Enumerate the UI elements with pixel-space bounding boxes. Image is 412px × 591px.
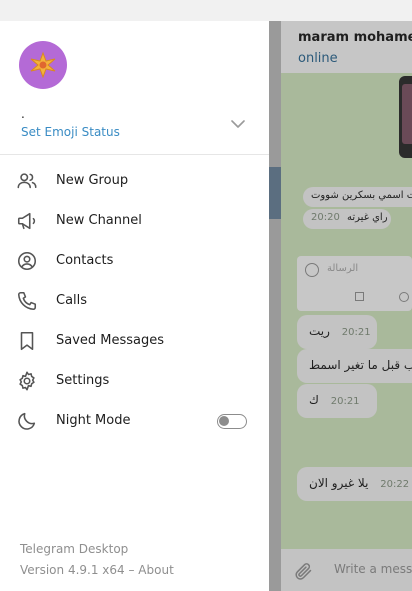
menu-item-contacts[interactable]: Contacts [0, 241, 269, 281]
active-chat-indicator [269, 167, 281, 219]
footer-version-text: Version 4.9.1 x64 – [20, 563, 139, 577]
message-text: يلا غيرو الان [309, 476, 369, 490]
menu-item-label: Settings [56, 373, 110, 388]
message-bubble[interactable]: ‏20:20 بس راي غيرته [303, 209, 391, 229]
bookmark-icon [20, 331, 34, 351]
chat-panel: maram mohamed online بعد ما سويت اسمي بس… [269, 21, 412, 591]
message-text: بس راي غيرته [347, 212, 391, 223]
footer-app-name: Telegram Desktop [20, 542, 129, 556]
message-bubble[interactable]: يلا غيرو الان 20:22 [297, 467, 412, 501]
message-input-placeholder: Write a message... [334, 562, 412, 576]
message-time: 20:22 [380, 479, 410, 490]
menu-item-night-mode[interactable]: Night Mode [0, 401, 269, 441]
message-text: ريت [309, 324, 330, 338]
menu-item-calls[interactable]: Calls [0, 281, 269, 321]
square-icon[interactable] [355, 292, 364, 301]
menu-item-label: Saved Messages [56, 333, 165, 348]
chat-list-strip [269, 21, 281, 591]
menu-item-settings[interactable]: Settings [0, 361, 269, 401]
menu-item-label: New Group [56, 173, 129, 188]
phone-icon [17, 291, 37, 311]
menu-item-label: Contacts [56, 253, 114, 268]
divider [0, 154, 269, 155]
moon-icon [18, 412, 36, 430]
side-drawer: . Set Emoji Status New Group New Channel… [0, 21, 269, 591]
night-mode-toggle[interactable] [217, 414, 247, 429]
message-text: بعد ما سويت اسمي بسكرين شووت [311, 190, 412, 201]
chat-status: online [298, 51, 338, 66]
profile-name: . [21, 107, 25, 121]
menu-item-saved-messages[interactable]: Saved Messages [0, 321, 269, 361]
message-time: ‏20:20 [311, 212, 340, 223]
message-text: يب قبل ما تغير اسمط [309, 358, 412, 372]
set-emoji-status-link[interactable]: Set Emoji Status [21, 125, 120, 139]
inline-composer[interactable]: الرسالة [297, 256, 412, 311]
contact-icon [17, 251, 37, 271]
group-icon [17, 173, 37, 189]
menu-item-new-group[interactable]: New Group [0, 161, 269, 201]
avatar[interactable] [19, 41, 67, 89]
message-bubble[interactable]: ك 20:21 [297, 384, 377, 418]
message-time: 20:21 [330, 396, 360, 407]
footer-version: Version 4.9.1 x64 – About [20, 563, 174, 577]
circle-icon[interactable] [399, 292, 409, 302]
chat-header[interactable]: maram mohamed online [281, 21, 412, 73]
message-input-bar[interactable]: Write a message... [281, 549, 412, 591]
message-bubble[interactable]: ريت 20:21 [297, 315, 377, 349]
photo-message[interactable] [399, 76, 412, 158]
composer-placeholder: الرسالة [327, 263, 359, 274]
chevron-down-icon[interactable] [229, 117, 247, 131]
message-bubble[interactable]: بعد ما سويت اسمي بسكرين شووت [303, 187, 412, 207]
megaphone-icon [17, 212, 36, 230]
message-time: 20:21 [341, 327, 371, 338]
gear-icon [19, 371, 35, 391]
menu-item-label: New Channel [56, 213, 142, 228]
menu-item-label: Calls [56, 293, 88, 308]
paperclip-icon[interactable] [293, 561, 313, 581]
message-text: ك [309, 393, 319, 407]
toggle-knob [219, 416, 229, 426]
window-top-strip [0, 0, 412, 21]
message-bubble[interactable]: يب قبل ما تغير اسمط [297, 349, 412, 383]
avatar-emblem-icon [30, 51, 56, 79]
menu-item-new-channel[interactable]: New Channel [0, 201, 269, 241]
emoji-icon[interactable] [305, 263, 319, 277]
menu-item-label: Night Mode [56, 413, 131, 428]
about-link[interactable]: About [138, 563, 173, 577]
chat-contact-name: maram mohamed [298, 30, 412, 45]
